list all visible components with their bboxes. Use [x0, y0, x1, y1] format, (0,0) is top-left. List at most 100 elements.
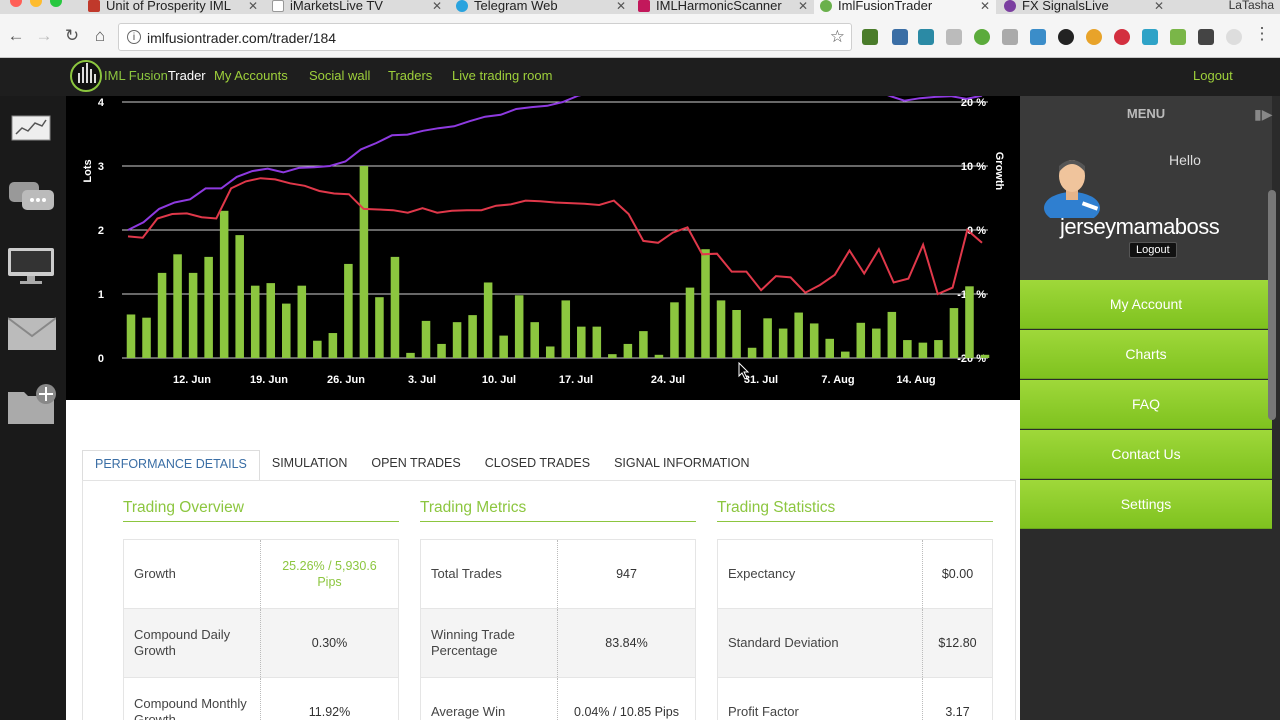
extension-circle-icon[interactable]: [974, 29, 990, 45]
extension-face-icon[interactable]: [1226, 29, 1242, 45]
sidebar-scrollbar[interactable]: [1268, 190, 1276, 420]
nav-social-wall[interactable]: Social wall: [309, 68, 370, 83]
lots-bar: [825, 338, 834, 358]
chat-bubbles-icon[interactable]: [8, 180, 56, 214]
lots-bar: [872, 328, 881, 358]
extension-calendar-icon[interactable]: [1030, 29, 1046, 45]
menu-item-my-account[interactable]: My Account: [1020, 280, 1272, 329]
browser-tab-4[interactable]: ImlFusionTrader ✕: [814, 0, 996, 14]
lots-bar: [685, 287, 695, 358]
extension-grey-icon[interactable]: [1002, 29, 1018, 45]
tab-signal-information[interactable]: SIGNAL INFORMATION: [602, 450, 761, 480]
tab-close-icon[interactable]: ✕: [616, 0, 626, 12]
mail-envelope-icon[interactable]: [8, 316, 56, 352]
chart-app-icon[interactable]: [8, 114, 54, 144]
tab-simulation[interactable]: SIMULATION: [260, 450, 359, 480]
info-icon[interactable]: i: [127, 30, 141, 44]
browser-tab-2[interactable]: Telegram Web ✕: [450, 0, 632, 14]
tab-open-trades[interactable]: OPEN TRADES: [359, 450, 472, 480]
lots-bar: [219, 210, 229, 358]
tab-title: Unit of Prosperity IML: [106, 0, 231, 13]
tab-performance-details[interactable]: PERFORMANCE DETAILS: [82, 450, 260, 480]
trading-overview-section: Trading Overview: [123, 499, 399, 522]
x-tick-label: 24. Jul: [651, 374, 685, 386]
tab-title: Telegram Web: [474, 0, 558, 13]
browser-tab-5[interactable]: FX SignalsLive ✕: [998, 0, 1170, 14]
extension-sync-icon[interactable]: [1058, 29, 1074, 45]
lots-bar: [390, 256, 400, 358]
iml-logo-icon[interactable]: [70, 60, 102, 92]
url-text[interactable]: imlfusiontrader.com/trader/184: [147, 30, 336, 46]
extension-pen-icon[interactable]: [862, 29, 878, 45]
trading-overview-table: Growth 25.26% / 5,930.6 Pips Compound Da…: [123, 539, 399, 720]
lots-bar: [608, 354, 617, 358]
x-tick-label: 7. Aug: [821, 374, 854, 386]
y2-axis-label: Growth: [993, 152, 1005, 191]
collapse-menu-icon[interactable]: ▮▶: [1254, 106, 1272, 123]
trading-overview-title: Trading Overview: [123, 499, 399, 522]
browser-tab-0[interactable]: Unit of Prosperity IML ✕: [82, 0, 264, 14]
table-row: Expectancy $0.00: [718, 540, 992, 609]
header-logout-link[interactable]: Logout: [1193, 68, 1233, 83]
profile-name[interactable]: LaTasha: [1229, 0, 1274, 12]
extension-orange-icon[interactable]: [1086, 29, 1102, 45]
lots-bar: [266, 283, 276, 358]
extension-grid-icon[interactable]: [1170, 29, 1186, 45]
extension-monitor-icon[interactable]: [1198, 29, 1214, 45]
tab-close-icon[interactable]: ✕: [980, 0, 990, 12]
lots-bar: [592, 326, 602, 358]
menu-item-charts[interactable]: Charts: [1020, 330, 1272, 379]
tab-close-icon[interactable]: ✕: [432, 0, 442, 12]
menu-item-contact-us[interactable]: Contact Us: [1020, 430, 1272, 479]
forward-arrow-icon[interactable]: →: [34, 26, 54, 46]
tab-close-icon[interactable]: ✕: [1154, 0, 1164, 12]
growth-line-purple: [127, 96, 983, 231]
browser-tab-1[interactable]: iMarketsLive TV ✕: [266, 0, 448, 14]
nav-traders[interactable]: Traders: [388, 68, 432, 83]
browser-tab-bar: Unit of Prosperity IML ✕ iMarketsLive TV…: [0, 0, 1280, 14]
username: jerseymamaboss: [1060, 214, 1220, 239]
chrome-menu-icon[interactable]: ⋮: [1252, 24, 1272, 44]
back-arrow-icon[interactable]: ←: [6, 26, 26, 46]
sidebar-logout-button[interactable]: Logout: [1129, 242, 1177, 258]
row-value: 3.17: [945, 705, 970, 719]
browser-tab-3[interactable]: IMLHarmonicScanner ✕: [632, 0, 814, 14]
lots-bar: [359, 166, 369, 358]
menu-item-settings[interactable]: Settings: [1020, 480, 1272, 529]
trading-statistics-section: Trading Statistics: [717, 499, 993, 522]
lots-bar: [499, 335, 508, 358]
y-tick-label: 1: [98, 289, 104, 301]
extension-pin-icon[interactable]: [946, 29, 962, 45]
nav-live-trading-room[interactable]: Live trading room: [452, 68, 552, 83]
nav-my-accounts[interactable]: My Accounts: [214, 68, 288, 83]
brand-name[interactable]: IML FusionTrader: [104, 68, 206, 83]
monitor-icon[interactable]: [8, 246, 56, 286]
home-icon[interactable]: ⌂: [90, 26, 110, 46]
tab-close-icon[interactable]: ✕: [248, 0, 258, 12]
right-sidebar: MENU ▮▶ Hello jerseymamaboss Logout My A…: [1020, 96, 1280, 720]
minimize-window-button[interactable]: [30, 0, 42, 7]
extension-snow-icon[interactable]: [1142, 29, 1158, 45]
lots-bar: [406, 352, 415, 358]
maximize-window-button[interactable]: [50, 0, 62, 7]
tab-favicon-icon: [88, 0, 100, 12]
lots-bar: [297, 285, 307, 358]
row-label: Compound Monthly Growth: [124, 678, 261, 720]
extension-tool-icon[interactable]: [918, 29, 934, 45]
address-bar[interactable]: i imlfusiontrader.com/trader/184 ☆: [118, 23, 852, 51]
table-row: Compound Daily Growth 0.30%: [124, 609, 398, 678]
extension-badge-icon[interactable]: [892, 29, 908, 45]
tab-closed-trades[interactable]: CLOSED TRADES: [473, 450, 602, 480]
details-tabs: PERFORMANCE DETAILS SIMULATION OPEN TRAD…: [82, 450, 762, 480]
menu-item-faq[interactable]: FAQ: [1020, 380, 1272, 429]
close-window-button[interactable]: [10, 0, 22, 7]
lots-bar: [965, 286, 974, 358]
pinterest-icon[interactable]: [1114, 29, 1130, 45]
add-folder-icon[interactable]: [8, 384, 60, 428]
tab-close-icon[interactable]: ✕: [798, 0, 808, 12]
lots-bar: [732, 310, 741, 358]
reload-icon[interactable]: ↻: [62, 26, 82, 46]
tab-favicon-icon: [1004, 0, 1016, 12]
lots-bar: [328, 333, 338, 358]
bookmark-star-icon[interactable]: ☆: [830, 27, 845, 47]
